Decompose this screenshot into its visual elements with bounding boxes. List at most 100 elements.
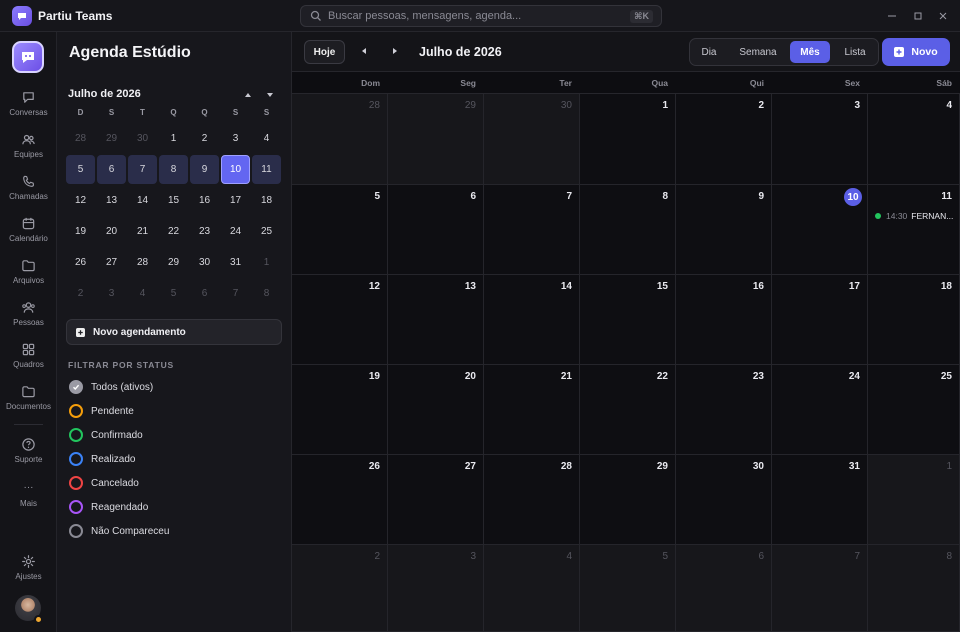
calendar-day-cell[interactable]: 5: [292, 185, 388, 275]
status-filter-item[interactable]: Reagendado: [69, 498, 269, 516]
mini-prev-button[interactable]: [242, 89, 254, 101]
calendar-day-cell[interactable]: 22: [580, 365, 676, 455]
mini-calendar-day[interactable]: 2: [66, 279, 95, 308]
mini-calendar-day[interactable]: 1: [159, 124, 188, 153]
calendar-day-cell[interactable]: 23: [676, 365, 772, 455]
calendar-day-cell[interactable]: 5: [580, 545, 676, 632]
mini-calendar-day[interactable]: 16: [190, 186, 219, 215]
rail-item-equipes[interactable]: Equipes: [0, 132, 57, 172]
maximize-button[interactable]: [911, 9, 925, 23]
search-input[interactable]: Buscar pessoas, mensagens, agenda... ⌘K: [300, 5, 662, 27]
mini-calendar-day[interactable]: 23: [190, 217, 219, 246]
view-tab-lista[interactable]: Lista: [836, 41, 874, 63]
calendar-day-cell[interactable]: 3: [772, 94, 868, 185]
today-button[interactable]: Hoje: [304, 40, 345, 64]
view-tab-semana[interactable]: Semana: [730, 41, 786, 63]
next-month-button[interactable]: [390, 46, 400, 56]
close-button[interactable]: [936, 9, 950, 23]
calendar-day-cell[interactable]: 8: [868, 545, 960, 632]
status-filter-item[interactable]: Não Compareceu: [69, 522, 269, 540]
calendar-event[interactable]: 14:30 FERNAN...: [875, 211, 953, 221]
calendar-day-cell[interactable]: 2: [292, 545, 388, 632]
calendar-day-cell[interactable]: 2: [676, 94, 772, 185]
mini-calendar-day[interactable]: 11: [252, 155, 281, 184]
calendar-day-cell[interactable]: 11 14:30 FERNAN...: [868, 185, 960, 275]
mini-calendar-day[interactable]: 13: [97, 186, 126, 215]
calendar-day-cell[interactable]: 10: [772, 185, 868, 275]
status-filter-item[interactable]: Todos (ativos): [69, 378, 269, 396]
mini-calendar-day[interactable]: 30: [190, 248, 219, 277]
mini-calendar-day[interactable]: 17: [221, 186, 250, 215]
mini-calendar-day[interactable]: 28: [66, 124, 95, 153]
mini-calendar-day[interactable]: 15: [159, 186, 188, 215]
calendar-day-cell[interactable]: 6: [676, 545, 772, 632]
calendar-day-cell[interactable]: 6: [388, 185, 484, 275]
calendar-day-cell[interactable]: 9: [676, 185, 772, 275]
calendar-day-cell[interactable]: 26: [292, 455, 388, 545]
calendar-day-cell[interactable]: 3: [388, 545, 484, 632]
mini-calendar-day[interactable]: 31: [221, 248, 250, 277]
calendar-day-cell[interactable]: 29: [580, 455, 676, 545]
calendar-day-cell[interactable]: 30: [676, 455, 772, 545]
mini-calendar-day[interactable]: 4: [252, 124, 281, 153]
mini-calendar-day[interactable]: 6: [190, 279, 219, 308]
calendar-day-cell[interactable]: 15: [580, 275, 676, 365]
minimize-button[interactable]: [885, 9, 899, 23]
mini-calendar-day[interactable]: 1: [252, 248, 281, 277]
mini-calendar-day[interactable]: 22: [159, 217, 188, 246]
mini-calendar-day[interactable]: 4: [128, 279, 157, 308]
workspace-logo-icon[interactable]: [12, 41, 44, 73]
calendar-day-cell[interactable]: 1: [580, 94, 676, 185]
calendar-day-cell[interactable]: 1: [868, 455, 960, 545]
new-event-button[interactable]: Novo: [882, 38, 950, 66]
calendar-day-cell[interactable]: 7: [772, 545, 868, 632]
mini-calendar-day[interactable]: 2: [190, 124, 219, 153]
mini-calendar-day[interactable]: 7: [128, 155, 157, 184]
rail-item-conversas[interactable]: Conversas: [0, 90, 57, 130]
mini-calendar-day[interactable]: 25: [252, 217, 281, 246]
mini-calendar-day[interactable]: 8: [159, 155, 188, 184]
calendar-day-cell[interactable]: 25: [868, 365, 960, 455]
rail-item-calendario[interactable]: Calendário: [0, 216, 57, 256]
mini-calendar-day[interactable]: 24: [221, 217, 250, 246]
mini-next-button[interactable]: [264, 89, 276, 101]
new-appointment-button[interactable]: Novo agendamento: [66, 319, 282, 345]
rail-item-quadros[interactable]: Quadros: [0, 342, 57, 382]
mini-calendar-day[interactable]: 29: [97, 124, 126, 153]
calendar-day-cell[interactable]: 18: [868, 275, 960, 365]
mini-calendar-day[interactable]: 10: [221, 155, 250, 184]
mini-calendar-day[interactable]: 5: [66, 155, 95, 184]
mini-calendar-day[interactable]: 28: [128, 248, 157, 277]
calendar-day-cell[interactable]: 7: [484, 185, 580, 275]
calendar-day-cell[interactable]: 28: [484, 455, 580, 545]
mini-calendar-day[interactable]: 5: [159, 279, 188, 308]
calendar-day-cell[interactable]: 13: [388, 275, 484, 365]
rail-item-pessoas[interactable]: Pessoas: [0, 300, 57, 340]
calendar-day-cell[interactable]: 8: [580, 185, 676, 275]
rail-item-documentos[interactable]: Documentos: [0, 384, 57, 424]
mini-calendar-day[interactable]: 8: [252, 279, 281, 308]
rail-item-suporte[interactable]: Suporte: [0, 437, 57, 477]
calendar-day-cell[interactable]: 24: [772, 365, 868, 455]
calendar-day-cell[interactable]: 17: [772, 275, 868, 365]
calendar-day-cell[interactable]: 31: [772, 455, 868, 545]
calendar-day-cell[interactable]: 29: [388, 94, 484, 185]
calendar-day-cell[interactable]: 20: [388, 365, 484, 455]
mini-calendar-day[interactable]: 14: [128, 186, 157, 215]
prev-month-button[interactable]: [359, 46, 369, 56]
calendar-day-cell[interactable]: 12: [292, 275, 388, 365]
mini-calendar-day[interactable]: 3: [97, 279, 126, 308]
view-tab-dia[interactable]: Dia: [694, 41, 724, 63]
mini-calendar-day[interactable]: 21: [128, 217, 157, 246]
mini-calendar-day[interactable]: 7: [221, 279, 250, 308]
calendar-day-cell[interactable]: 21: [484, 365, 580, 455]
calendar-day-cell[interactable]: 14: [484, 275, 580, 365]
status-filter-item[interactable]: Cancelado: [69, 474, 269, 492]
mini-calendar-day[interactable]: 26: [66, 248, 95, 277]
status-filter-item[interactable]: Realizado: [69, 450, 269, 468]
mini-calendar-day[interactable]: 6: [97, 155, 126, 184]
mini-calendar-day[interactable]: 29: [159, 248, 188, 277]
calendar-day-cell[interactable]: 16: [676, 275, 772, 365]
mini-calendar-day[interactable]: 30: [128, 124, 157, 153]
mini-calendar-day[interactable]: 19: [66, 217, 95, 246]
